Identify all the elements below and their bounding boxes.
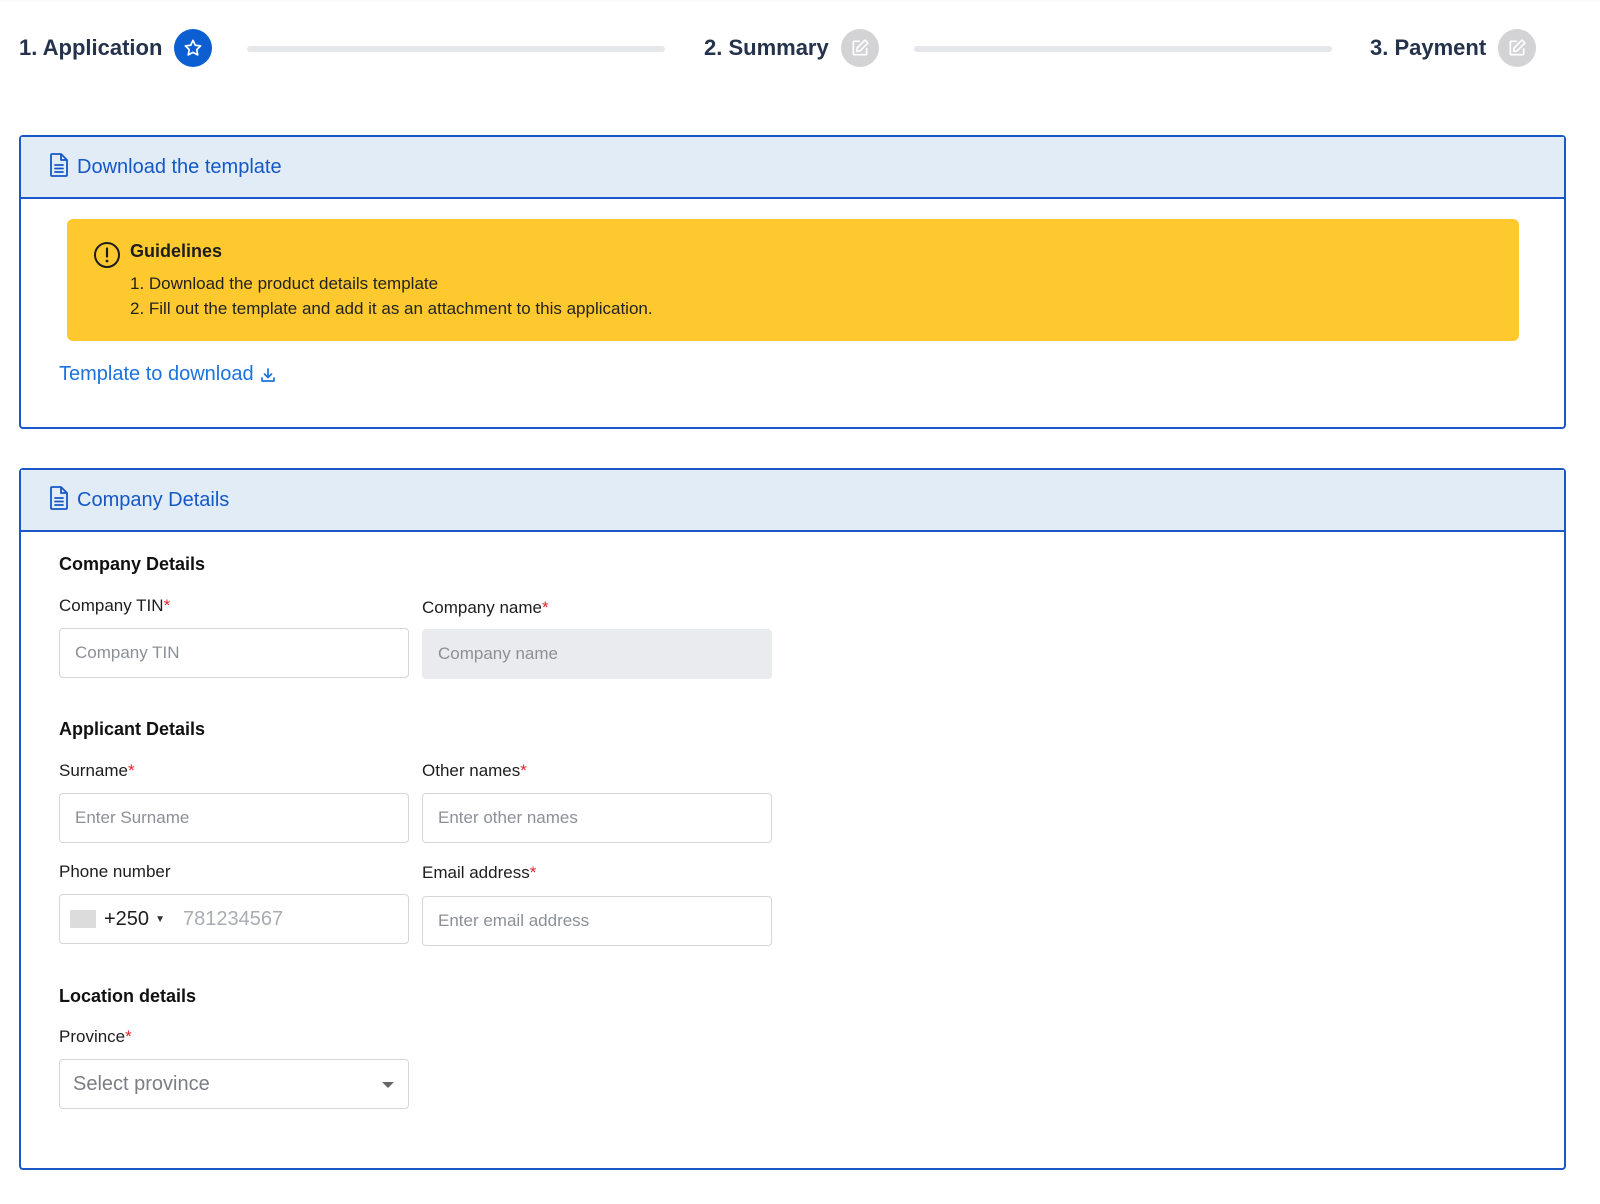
phone-country-code[interactable]: +250 (104, 908, 149, 931)
province-label: Province* (59, 1027, 132, 1047)
step-summary-label: 2. Summary (704, 35, 829, 60)
guideline-item: 1. Download the product details template (130, 274, 439, 293)
phone-input[interactable]: +250 ▼ 781234567 (59, 894, 409, 944)
province-placeholder: Select province (73, 1072, 210, 1095)
country-flag-icon[interactable] (70, 910, 96, 928)
guideline-item: 2. Fill out the template and add it as a… (130, 299, 653, 318)
step-summary[interactable]: 2. Summary (704, 28, 879, 68)
step-payment[interactable]: 3. Payment (1370, 28, 1537, 68)
surname-placeholder: Enter Surname (75, 808, 190, 827)
required-marker: * (520, 761, 527, 780)
company-tin-input[interactable]: Company TIN (59, 628, 409, 678)
email-placeholder: Enter email address (438, 911, 590, 930)
guidelines-title: Guidelines (130, 241, 223, 261)
document-icon (49, 152, 69, 182)
card-title: Company Details (77, 488, 230, 511)
card-title: Download the template (77, 155, 282, 178)
phone-placeholder: 781234567 (182, 907, 284, 930)
company-tin-label: Company TIN* (59, 596, 170, 616)
phone-label: Phone number (59, 862, 171, 881)
step-connector (247, 46, 665, 52)
edit-icon (840, 29, 879, 67)
company-tin-label-text: Company TIN (59, 596, 164, 615)
document-icon (49, 485, 69, 515)
card-header: Company Details (21, 470, 1564, 532)
province-label-text: Province (59, 1027, 126, 1046)
company-name-placeholder: Company name (438, 644, 559, 663)
surname-label: Surname* (59, 761, 135, 781)
caret-down-icon (382, 1082, 394, 1088)
step-application-label: 1. Application (19, 35, 163, 60)
required-marker: * (529, 863, 537, 882)
step-payment-label: 3. Payment (1370, 35, 1487, 60)
company-name-input: Company name (422, 629, 772, 679)
required-marker: * (127, 761, 135, 780)
surname-input[interactable]: Enter Surname (59, 793, 409, 843)
company-details-card: Company Details Company Details Company … (19, 468, 1566, 1170)
required-marker: * (542, 598, 549, 617)
card-header: Download the template (21, 137, 1564, 199)
required-marker: * (163, 596, 171, 615)
other-names-input[interactable]: Enter other names (422, 793, 772, 843)
email-input[interactable]: Enter email address (422, 896, 772, 946)
email-label-text: Email address (422, 863, 530, 882)
step-application[interactable]: 1. Application (19, 28, 213, 68)
template-download-label: Template to download (59, 363, 254, 385)
template-download-link[interactable]: Template to download (59, 363, 276, 386)
other-names-placeholder: Enter other names (438, 808, 578, 827)
alert-circle-icon (93, 241, 121, 274)
applicant-section-title: Applicant Details (59, 719, 206, 739)
province-select[interactable]: Select province (59, 1059, 409, 1109)
required-marker: * (125, 1027, 132, 1046)
guidelines-alert: Guidelines 1. Download the product detai… (67, 219, 1519, 341)
other-names-label-text: Other names (422, 761, 521, 780)
download-icon (260, 367, 276, 383)
progress-stepper: 1. Application 2. Summary 3. Payment (0, 0, 1600, 100)
other-names-label: Other names* (422, 761, 527, 781)
email-label: Email address* (422, 863, 536, 883)
company-name-label: Company name* (422, 598, 549, 618)
company-tin-placeholder: Company TIN (75, 643, 180, 662)
company-section-title: Company Details (59, 554, 206, 574)
surname-label-text: Surname (59, 761, 128, 780)
download-template-card: Download the template Guidelines 1. Down… (19, 135, 1566, 429)
star-icon (174, 29, 213, 67)
caret-down-icon[interactable]: ▼ (155, 914, 165, 925)
step-connector (914, 46, 1332, 52)
company-name-label-text: Company name (422, 598, 543, 617)
location-section-title: Location details (59, 986, 197, 1006)
edit-icon (1498, 29, 1537, 67)
